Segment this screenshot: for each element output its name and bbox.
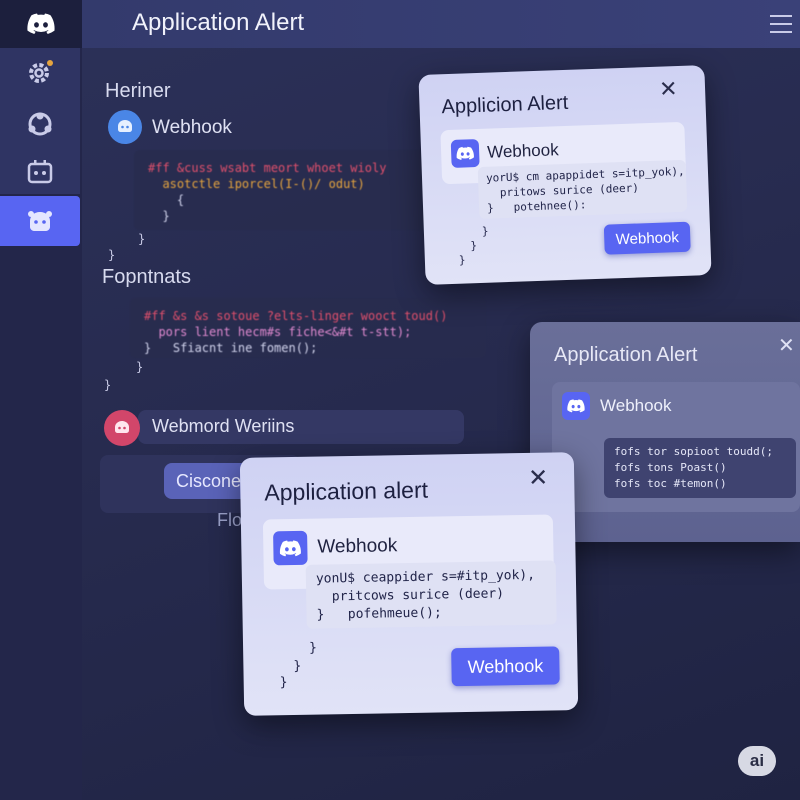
webhook-label: Webhook	[486, 140, 559, 162]
code-line: } Sfiacnt ine fomen();	[144, 341, 318, 355]
close-icon[interactable]: ✕	[778, 336, 795, 356]
code-brace: }	[108, 248, 116, 262]
sidebar-item-active-bot[interactable]	[0, 196, 80, 246]
ai-badge: ai	[738, 746, 776, 776]
code-line: asotctle iporcel(I-()/ odut)	[148, 177, 365, 191]
code-line: #ff &s &s sotoue ?elts-linger wooct toud…	[144, 309, 448, 323]
code-line: fofs toc #temon()	[614, 477, 727, 490]
webhook-avatar[interactable]	[108, 110, 142, 144]
code-line: fofs tor sopioot toudd(;	[614, 445, 773, 458]
bot-icon	[27, 160, 53, 184]
alert-dialog-top[interactable]: Applicion Alert ✕ Webhook yorU$ cm apapp…	[418, 65, 712, 285]
code-brace: }	[481, 224, 489, 238]
code-line: {	[148, 193, 185, 207]
hamburger-line	[770, 23, 792, 25]
code-line: #ff &cuss wsabt meort whoet wioly	[148, 161, 387, 175]
dialog-code: fofs tor sopioot toudd(; fofs tons Poast…	[604, 438, 796, 498]
bot-avatar-icon	[28, 211, 52, 231]
discord-icon	[562, 392, 590, 420]
webhook-row-label[interactable]: Webhook	[152, 117, 232, 139]
code-brace: }	[138, 232, 146, 246]
webhook-header: Webhook	[450, 136, 559, 168]
code-line: }	[148, 209, 170, 223]
webhook-header: Webhook	[562, 392, 672, 420]
code-brace: }	[279, 675, 288, 691]
webhook-button[interactable]: Webhook	[603, 221, 691, 255]
code-brace: }	[293, 658, 302, 675]
dialog-code: yorU$ cm apappidet s=itp_yok), pritows s…	[477, 159, 688, 220]
page-title: Application Alert	[132, 9, 305, 36]
background-text: Flo	[217, 510, 243, 530]
code-line: fofs tons Poast()	[614, 461, 727, 474]
discord-logo[interactable]	[0, 0, 82, 48]
sidebar-item-community[interactable]	[0, 100, 80, 148]
alert-dialog-front[interactable]: Application alert ✕ Webhook yonU$ ceappi…	[239, 452, 579, 716]
webhook-row-label[interactable]: Webmord Weriins	[152, 416, 294, 437]
discord-icon	[450, 138, 480, 168]
code-brace: }	[458, 253, 466, 267]
webhook-button[interactable]: Webhook	[451, 646, 560, 687]
sidebar	[0, 0, 82, 800]
bot-face-icon	[115, 421, 129, 433]
close-icon[interactable]: ✕	[528, 465, 549, 492]
dialog-title: Application alert	[264, 476, 429, 506]
hamburger-line	[770, 31, 792, 33]
app-header: Application Alert	[82, 0, 800, 48]
close-icon[interactable]: ✕	[659, 76, 678, 102]
menu-button[interactable]	[770, 15, 792, 39]
hamburger-line	[770, 15, 792, 17]
bot-face-icon	[118, 120, 132, 132]
webhook-header: Webhook	[273, 529, 398, 566]
code-brace: }	[104, 378, 112, 392]
dialog-title: Application Alert	[554, 344, 698, 366]
dialog-title: Applicion Alert	[441, 91, 569, 119]
code-line: pors lient hecm#s fiche<&#t t-stt);	[144, 325, 412, 339]
sidebar-item-settings[interactable]	[0, 48, 80, 96]
discord-logo-icon	[27, 13, 55, 34]
sidebar-item-bot[interactable]	[0, 148, 80, 196]
code-brace: }	[470, 239, 478, 253]
webhook-label: Webhook	[317, 535, 398, 558]
gear-icon	[29, 60, 53, 83]
community-icon	[28, 112, 52, 136]
code-line: } pofehmeue();	[316, 605, 442, 623]
dialog-code: yonU$ ceappider s=#itp_yok), pritcows su…	[305, 560, 557, 629]
webhook-avatar[interactable]	[104, 410, 140, 446]
section-label: Heriner	[105, 80, 171, 102]
discord-icon	[273, 530, 308, 566]
code-snippet: #ff &s &s sotoue ?elts-linger wooct toud…	[130, 298, 486, 358]
section-label: Fopntnats	[102, 266, 191, 288]
webhook-label: Webhook	[600, 396, 672, 415]
code-brace: }	[136, 360, 144, 374]
code-snippet: #ff &cuss wsabt meort whoet wioly asotct…	[134, 150, 430, 230]
code-brace: }	[308, 640, 318, 656]
